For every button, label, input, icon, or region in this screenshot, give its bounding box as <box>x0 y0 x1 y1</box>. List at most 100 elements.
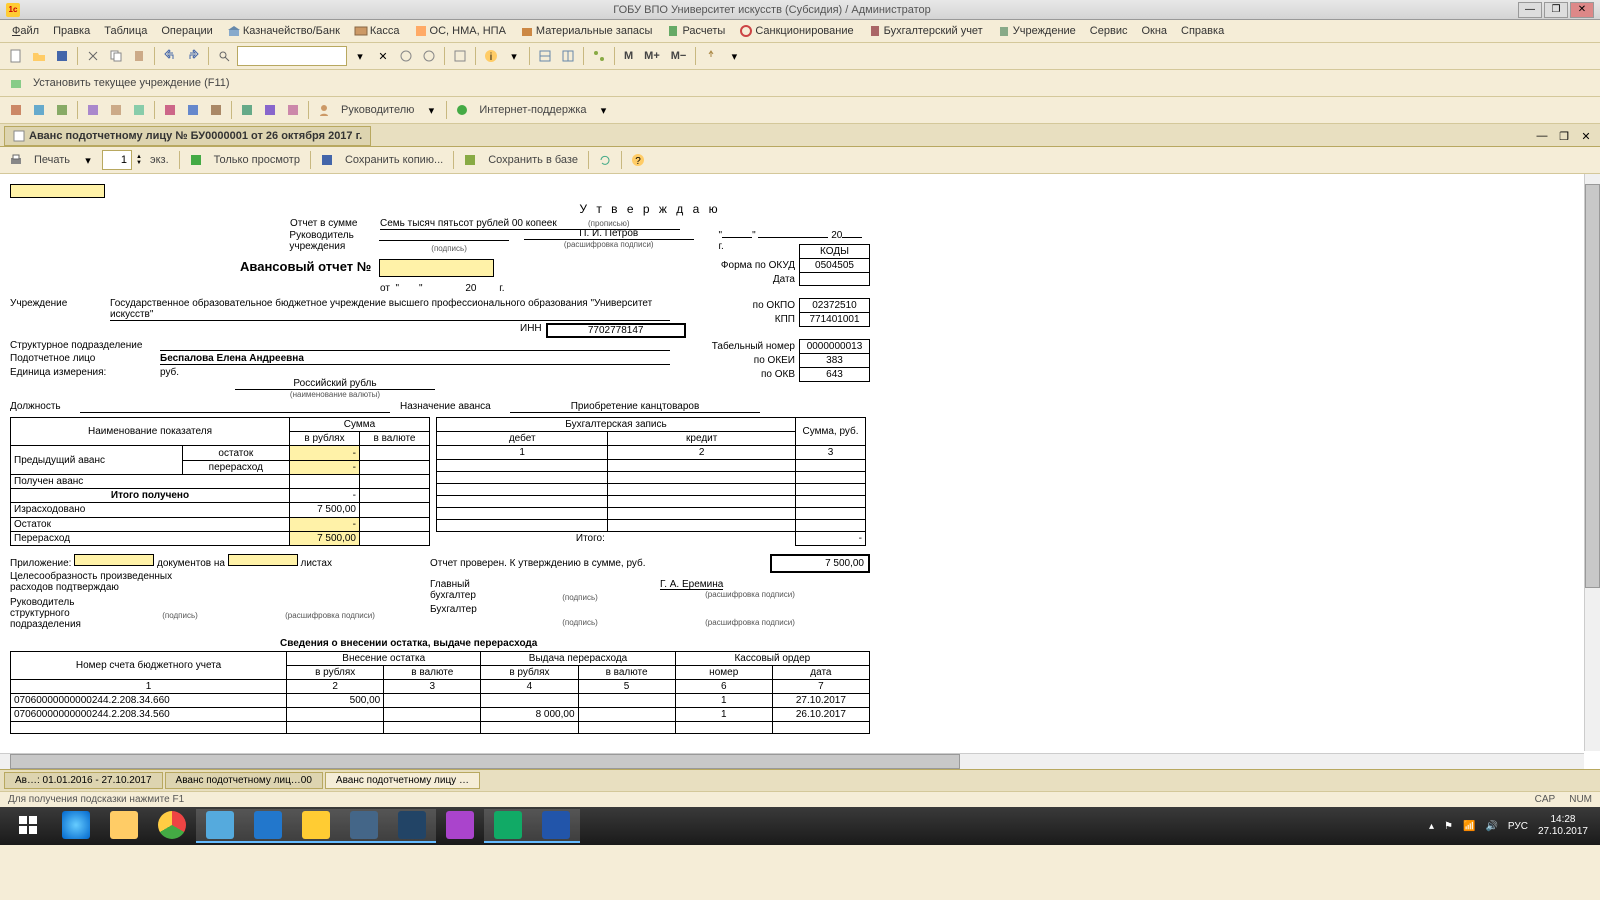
q2[interactable] <box>29 100 49 120</box>
btab-2[interactable]: Аванс подотчетному лиц…00 <box>165 772 323 789</box>
info-button[interactable]: i <box>481 46 501 66</box>
bank-icon <box>227 24 241 38</box>
grid1-button[interactable] <box>535 46 555 66</box>
tb-btn-a[interactable] <box>396 46 416 66</box>
menu-calc[interactable]: Расчеты <box>660 22 731 40</box>
document-tab[interactable]: Аванс подотчетному лицу № БУ0000001 от 2… <box>4 126 371 146</box>
menu-file[interactable]: Файл <box>6 23 45 39</box>
tb-btn-b[interactable] <box>419 46 439 66</box>
tray-flag-icon[interactable]: ⚑ <box>1444 821 1453 832</box>
preview-button[interactable]: Только просмотр <box>210 154 304 166</box>
minimize-button[interactable]: — <box>1518 2 1542 18</box>
copy-button[interactable] <box>106 46 126 66</box>
horizontal-scrollbar[interactable] <box>0 753 1584 769</box>
btab-3[interactable]: Аванс подотчетному лицу … <box>325 772 480 789</box>
leader-menu[interactable]: Руководителю <box>337 104 418 116</box>
menu-institution[interactable]: Учреждение <box>991 22 1082 40</box>
print-dropdown[interactable]: ▾ <box>78 150 98 170</box>
task-app3[interactable] <box>388 809 436 843</box>
task-1c[interactable] <box>292 809 340 843</box>
m-minus-button[interactable]: M− <box>667 50 691 62</box>
task-outlook[interactable] <box>244 809 292 843</box>
task-ie[interactable] <box>52 809 100 843</box>
q4[interactable] <box>83 100 103 120</box>
copies-input[interactable] <box>102 150 132 170</box>
grid2-button[interactable] <box>558 46 578 66</box>
vertical-scrollbar[interactable] <box>1584 174 1600 751</box>
entries-table: Бухгалтерская записьСумма, руб. дебеткре… <box>436 417 866 546</box>
save-button[interactable] <box>52 46 72 66</box>
set-institution-button[interactable]: Установить текущее учреждение (F11) <box>29 77 234 89</box>
task-app4[interactable] <box>436 809 484 843</box>
m-plus-button[interactable]: M+ <box>640 50 664 62</box>
tray-lang[interactable]: РУС <box>1508 821 1528 832</box>
search-clear-button[interactable]: ✕ <box>373 46 393 66</box>
menu-service[interactable]: Сервис <box>1084 23 1134 39</box>
open-button[interactable] <box>29 46 49 66</box>
save-base-button[interactable]: Сохранить в базе <box>484 154 582 166</box>
m-button[interactable]: M <box>620 50 637 62</box>
copies-down[interactable]: ▼ <box>136 160 142 166</box>
q12[interactable] <box>283 100 303 120</box>
menu-accounting[interactable]: Бухгалтерский учет <box>862 22 989 40</box>
help-button[interactable]: ? <box>628 150 648 170</box>
task-app2[interactable] <box>340 809 388 843</box>
leader-dropdown[interactable]: ▾ <box>421 100 441 120</box>
paste-button[interactable] <box>129 46 149 66</box>
tray-volume-icon[interactable]: 🔊 <box>1485 821 1497 832</box>
task-explorer[interactable] <box>100 809 148 843</box>
menu-os[interactable]: ОС, НМА, НПА <box>408 22 512 40</box>
search-dropdown-button[interactable]: ▾ <box>350 46 370 66</box>
redo-button[interactable] <box>183 46 203 66</box>
q8[interactable] <box>183 100 203 120</box>
tb-dropdown[interactable]: ▾ <box>504 46 524 66</box>
task-chrome[interactable] <box>148 809 196 843</box>
support-menu[interactable]: Интернет-поддержка <box>475 104 590 116</box>
q11[interactable] <box>260 100 280 120</box>
restore-button[interactable]: ❐ <box>1544 2 1568 18</box>
corner-field[interactable] <box>10 184 105 198</box>
tray-network-icon[interactable]: 📶 <box>1463 821 1475 832</box>
menu-ops[interactable]: Операции <box>155 23 218 39</box>
menu-edit[interactable]: Правка <box>47 23 96 39</box>
close-button[interactable]: ✕ <box>1570 2 1594 18</box>
extra-button[interactable] <box>701 46 721 66</box>
find-button[interactable] <box>214 46 234 66</box>
menu-windows[interactable]: Окна <box>1135 23 1173 39</box>
q9[interactable] <box>206 100 226 120</box>
print-button[interactable]: Печать <box>30 154 74 166</box>
tree-button[interactable] <box>589 46 609 66</box>
btab-1[interactable]: Ав…: 01.01.2016 - 27.10.2017 <box>4 772 163 789</box>
q6[interactable] <box>129 100 149 120</box>
task-word[interactable] <box>532 809 580 843</box>
menu-sanctions[interactable]: Санкционирование <box>733 22 859 40</box>
menu-treasury[interactable]: Казначейство/Банк <box>221 22 346 40</box>
extra-dropdown[interactable]: ▾ <box>724 46 744 66</box>
refresh-button[interactable] <box>595 150 615 170</box>
q10[interactable] <box>237 100 257 120</box>
new-button[interactable] <box>6 46 26 66</box>
tb-btn-c[interactable] <box>450 46 470 66</box>
undo-button[interactable] <box>160 46 180 66</box>
cut-button[interactable] <box>83 46 103 66</box>
start-button[interactable] <box>4 809 52 843</box>
task-excel[interactable] <box>484 809 532 843</box>
q7[interactable] <box>160 100 180 120</box>
menu-materials[interactable]: Материальные запасы <box>514 22 659 40</box>
doc-close-button[interactable]: ✕ <box>1576 126 1596 146</box>
task-app1[interactable] <box>196 809 244 843</box>
doc-restore-button[interactable]: ❐ <box>1554 126 1574 146</box>
search-input[interactable] <box>237 46 347 66</box>
menu-cash[interactable]: Касса <box>348 22 406 40</box>
menu-help[interactable]: Справка <box>1175 23 1230 39</box>
tray-clock[interactable]: 14:2827.10.2017 <box>1538 814 1588 838</box>
doc-minimize-button[interactable]: — <box>1532 126 1552 146</box>
report-number-field[interactable] <box>379 259 494 277</box>
q3[interactable] <box>52 100 72 120</box>
q1[interactable] <box>6 100 26 120</box>
save-copy-button[interactable]: Сохранить копию... <box>341 154 447 166</box>
tray-up-icon[interactable]: ▴ <box>1429 821 1434 832</box>
q5[interactable] <box>106 100 126 120</box>
support-dropdown[interactable]: ▾ <box>594 100 614 120</box>
menu-table[interactable]: Таблица <box>98 23 153 39</box>
